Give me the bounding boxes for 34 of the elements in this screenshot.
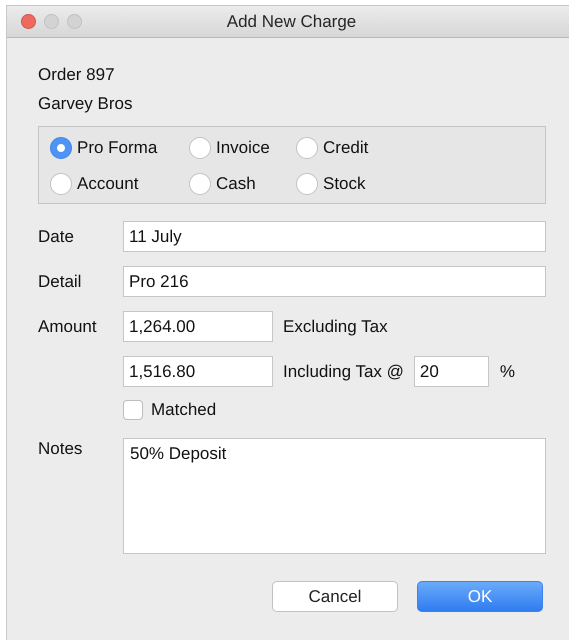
close-button[interactable] [21,14,36,29]
radio-button[interactable] [50,137,72,159]
notes-field[interactable]: 50% Deposit [123,438,546,554]
field-label: Amount [38,316,98,336]
customer-name: Garvey Bros [38,93,134,115]
tax-rate-field[interactable]: 20 [414,356,489,387]
detail-field[interactable]: Pro 216 [123,266,546,297]
radio-button[interactable] [189,137,211,159]
field-label: Including Tax @ [283,362,404,382]
percent-label: % [500,362,516,382]
window-title: Add New Charge [226,12,356,30]
field-label: Date [38,226,75,246]
field-label: Excluding Tax [283,316,388,336]
checkbox[interactable] [123,400,143,420]
amount-field[interactable]: 1,264.00 [123,311,273,342]
minimize-button[interactable] [44,14,59,29]
radio-button[interactable] [296,137,318,159]
radio-label: Stock [323,174,366,194]
zoom-button[interactable] [67,14,82,29]
radio-label: Pro Forma [77,138,158,158]
cancel-button[interactable]: Cancel [272,581,398,612]
date-field[interactable]: 11 July [123,221,546,252]
amount-field[interactable]: 1,516.80 [123,356,273,387]
radio-label: Account [77,174,138,194]
radio-label: Cash [216,174,256,194]
checkbox-label: Matched [151,400,216,420]
field-label: Notes [38,438,84,459]
radio-label: Credit [323,138,368,158]
radio-button[interactable] [296,173,318,195]
radio-button[interactable] [189,173,211,195]
field-label: Detail [38,272,82,292]
radio-button[interactable] [50,173,72,195]
radio-label: Invoice [216,138,270,158]
order-number: Order 897 [38,64,116,86]
